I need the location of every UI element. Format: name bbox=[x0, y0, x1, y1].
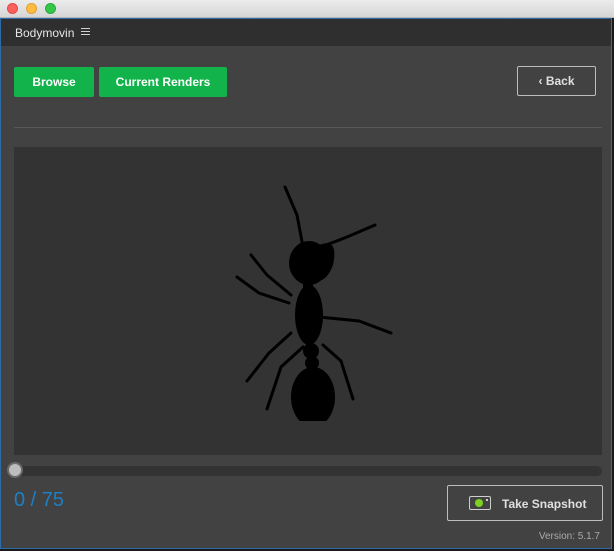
timeline-slider[interactable] bbox=[14, 466, 602, 476]
frame-counter: 0 / 75 bbox=[14, 489, 65, 511]
timeline-slider-handle[interactable] bbox=[7, 462, 23, 478]
bodymovin-panel: Bodymovin Browse Current Renders ‹ Back bbox=[0, 18, 612, 549]
panel-header: Bodymovin bbox=[1, 19, 611, 46]
app-title: Bodymovin bbox=[15, 26, 75, 40]
browse-button[interactable]: Browse bbox=[14, 67, 94, 97]
hamburger-menu-icon[interactable] bbox=[81, 28, 90, 36]
divider bbox=[14, 127, 602, 128]
animation-preview bbox=[14, 147, 602, 455]
window-titlebar bbox=[0, 0, 614, 18]
camera-icon bbox=[469, 496, 491, 510]
current-renders-button[interactable]: Current Renders bbox=[99, 67, 227, 97]
ant-silhouette-icon bbox=[235, 185, 393, 421]
minimize-window-button[interactable] bbox=[26, 3, 37, 14]
take-snapshot-button[interactable]: Take Snapshot bbox=[447, 485, 603, 521]
back-button[interactable]: ‹ Back bbox=[517, 66, 596, 96]
maximize-window-button[interactable] bbox=[45, 3, 56, 14]
version-text: Version: 5.1.7 bbox=[538, 531, 600, 542]
take-snapshot-label: Take Snapshot bbox=[502, 497, 587, 511]
close-window-button[interactable] bbox=[7, 3, 18, 14]
